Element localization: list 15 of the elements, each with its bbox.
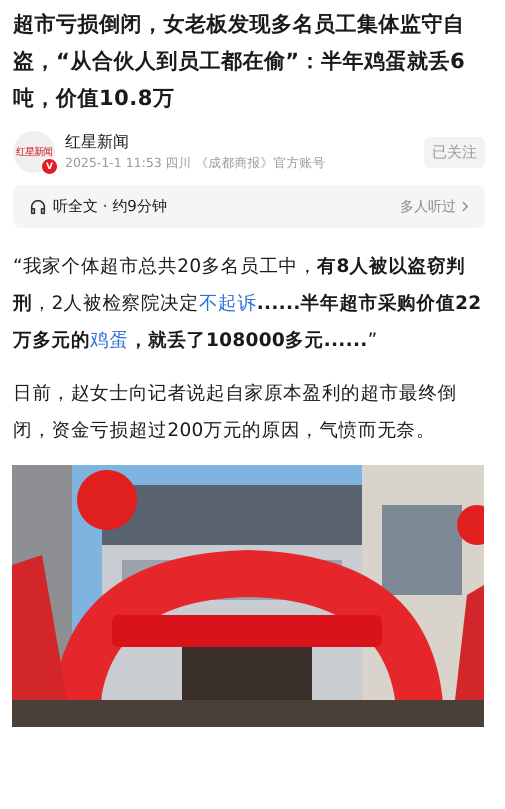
post-meta: 2025-1-1 11:53 四川 《成都商报》官方账号 [65, 155, 327, 172]
avatar-logo[interactable]: 红星新闻 V [13, 131, 55, 173]
paragraph: 日前，赵女士向记者说起自家原本盈利的超市最终倒闭，资金亏损超过200万元的原因，气愤而无奈。 [13, 382, 458, 443]
listen-label: 听全文 · 约9分钟 [53, 197, 168, 216]
audio-bar[interactable]: 听全文 · 约9分钟 多人听过 [13, 185, 485, 228]
link[interactable]: 不起诉 [198, 293, 257, 314]
link[interactable]: 鸡蛋 [90, 330, 129, 351]
paragraph: “我家个体超市总共20多名员工中，有8人被以盗窃判刑，2人被检察院决定不起诉......半年超市采购价值22万多元的鸡蛋，就丢了108000多元......” [13, 255, 482, 353]
chevron-icon [462, 201, 469, 212]
follow-button[interactable]: 已关注 [424, 136, 485, 168]
headphones-icon [29, 198, 47, 216]
article-title: 超市亏损倒闭，女老板发现多名员工集体监守自盗，“从合伙人到员工都在偷”：半年鸡蛋就丢6吨，价值10.8万 [13, 11, 466, 112]
listeners-label: 多人听过 [400, 198, 456, 216]
verified-badge: V [41, 158, 58, 175]
author-name[interactable]: 红星新闻 [65, 132, 414, 153]
